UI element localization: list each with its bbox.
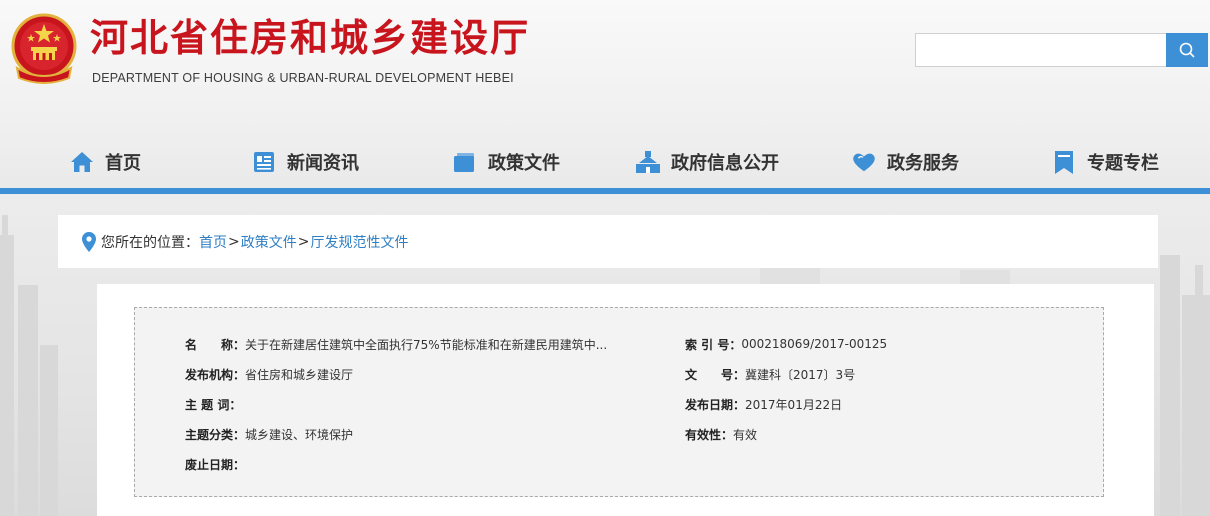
breadcrumb: 您所在的位置： 首页 > 政策文件 > 厅发规范性文件: [58, 215, 1158, 268]
publisher-value: 省住房和城乡建设厅: [245, 367, 354, 382]
date-label: 发布日期：: [685, 397, 746, 412]
search-input[interactable]: [915, 33, 1167, 67]
nav-underline: [0, 188, 1210, 194]
nav-label-home: 首页: [105, 153, 141, 174]
date-value: 2017年01月22日: [745, 397, 843, 412]
validity-label: 有效性：: [685, 427, 734, 442]
search-icon: [1179, 42, 1195, 58]
breadcrumb-separator: >: [297, 233, 310, 250]
folder-icon: [452, 149, 478, 175]
nav-item-topics[interactable]: 专题专栏: [1051, 137, 1159, 187]
main-content: 名 称： 关于在新建居住建筑中全面执行75%节能标准和在新建民用建筑中... 发…: [97, 284, 1154, 516]
nav-item-gov-info[interactable]: 政府信息公开: [635, 137, 779, 187]
category-label: 主题分类：: [185, 427, 246, 442]
publisher-label: 发布机构：: [185, 367, 246, 382]
nav-item-home[interactable]: 首页: [69, 137, 141, 187]
main-nav: 首页 新闻资讯 政策文件 政府信息公开 政务服务 专题专栏: [0, 137, 1210, 187]
expire-label: 废止日期：: [185, 457, 246, 472]
name-label: 名 称：: [185, 337, 246, 352]
document-info-box: 名 称： 关于在新建居住建筑中全面执行75%节能标准和在新建民用建筑中... 发…: [134, 307, 1104, 497]
index-value: 000218069/2017-00125: [741, 337, 888, 351]
info-row-index: 索 引 号： 000218069/2017-00125: [685, 334, 887, 354]
info-row-name: 名 称： 关于在新建居住建筑中全面执行75%节能标准和在新建民用建筑中...: [185, 334, 607, 354]
site-title: 河北省住房和城乡建设厅: [90, 16, 531, 60]
news-icon: [251, 149, 277, 175]
info-row-expire: 废止日期：: [185, 454, 245, 474]
nav-item-news[interactable]: 新闻资讯: [251, 137, 359, 187]
breadcrumb-prefix: 您所在的位置：: [101, 234, 199, 251]
building-icon: [635, 149, 661, 175]
info-row-category: 主题分类： 城乡建设、环境保护: [185, 424, 353, 444]
info-row-publisher: 发布机构： 省住房和城乡建设厅: [185, 364, 353, 384]
nav-label-gov-info: 政府信息公开: [671, 153, 779, 174]
info-row-validity: 有效性： 有效: [685, 424, 757, 444]
docno-label: 文 号：: [685, 367, 746, 382]
search-button[interactable]: [1166, 33, 1208, 67]
info-row-date: 发布日期： 2017年01月22日: [685, 394, 842, 414]
national-emblem-icon: [11, 13, 77, 84]
home-icon: [69, 149, 95, 175]
nav-item-services[interactable]: 政务服务: [851, 137, 959, 187]
nav-label-policy: 政策文件: [488, 153, 560, 174]
breadcrumb-separator: >: [228, 233, 240, 250]
index-label: 索 引 号：: [685, 337, 742, 352]
nav-label-services: 政务服务: [887, 153, 959, 174]
breadcrumb-normative-docs[interactable]: 厅发规范性文件: [310, 232, 408, 252]
info-row-docno: 文 号： 冀建科〔2017〕3号: [685, 364, 855, 384]
nav-item-policy[interactable]: 政策文件: [452, 137, 560, 187]
category-value: 城乡建设、环境保护: [245, 427, 354, 442]
keywords-label: 主 题 词：: [185, 397, 242, 412]
breadcrumb-policy[interactable]: 政策文件: [241, 232, 297, 252]
nav-label-news: 新闻资讯: [287, 153, 359, 174]
site-subtitle: DEPARTMENT OF HOUSING & URBAN-RURAL DEVE…: [92, 71, 514, 85]
heart-icon: [851, 149, 877, 175]
location-pin-icon: [81, 231, 97, 253]
name-value: 关于在新建居住建筑中全面执行75%节能标准和在新建民用建筑中...: [245, 337, 608, 352]
bookmark-icon: [1051, 149, 1077, 175]
docno-value: 冀建科〔2017〕3号: [745, 367, 856, 382]
validity-value: 有效: [733, 427, 758, 442]
breadcrumb-home[interactable]: 首页: [199, 232, 227, 252]
info-row-keywords: 主 题 词：: [185, 394, 241, 414]
nav-label-topics: 专题专栏: [1087, 153, 1159, 174]
